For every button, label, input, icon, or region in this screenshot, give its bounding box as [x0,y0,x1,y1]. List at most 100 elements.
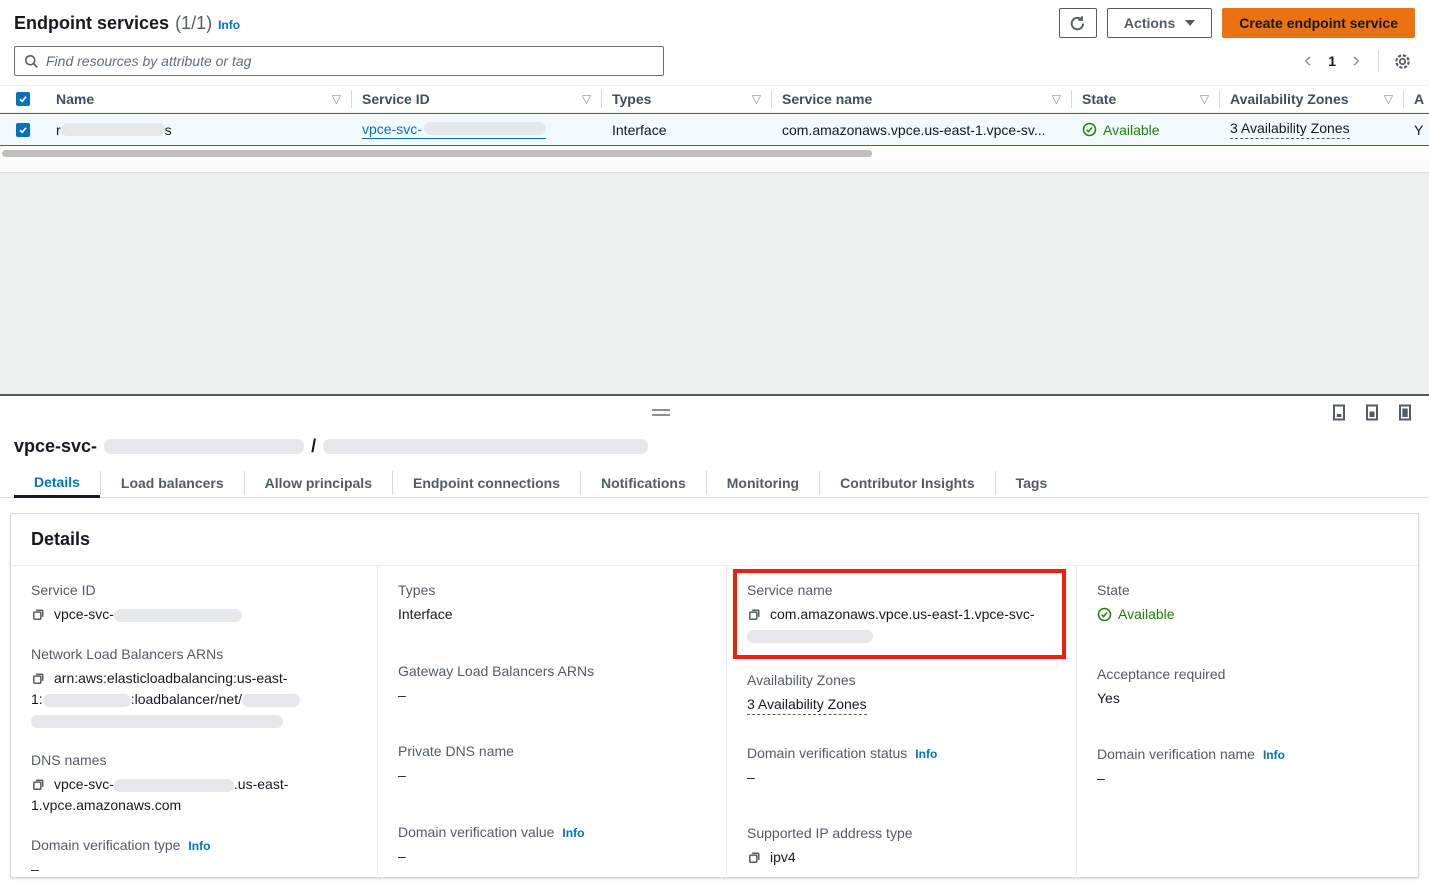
tab-contributor-insights[interactable]: Contributor Insights [820,468,995,498]
redacted-text [747,630,873,643]
column-header-availability-zones[interactable]: Availability Zones ▽ [1220,90,1404,108]
annotation-highlight-box: Service name com.amazonaws.vpce.us-east-… [733,569,1066,659]
tab-monitoring[interactable]: Monitoring [707,468,819,498]
redacted-text [242,694,300,707]
field-types: Types Interface [398,582,706,625]
availability-zones-popover-trigger[interactable]: 3 Availability Zones [1230,120,1350,139]
refresh-button[interactable] [1059,8,1097,38]
row-checkbox[interactable] [16,123,30,137]
redacted-text [323,439,648,454]
info-link[interactable]: Info [188,839,210,853]
column-header-acceptance[interactable]: A [1404,90,1429,108]
field-state: State Available [1097,582,1398,628]
field-supported-ip: Supported IP address type ipv4 [747,825,1056,868]
status-badge: Available [1097,604,1175,625]
search-input[interactable] [46,53,654,69]
info-link[interactable]: Info [915,747,937,761]
search-box[interactable] [14,46,664,76]
panel-full-icon [1397,404,1413,421]
split-panel-toolbar [0,396,1429,432]
row-service-name-cell: com.amazonaws.vpce.us-east-1.vpce-sv... [772,114,1072,145]
copy-icon[interactable] [31,671,46,686]
horizontal-scrollbar-track [0,146,1429,160]
redacted-text [104,439,304,454]
check-icon [18,125,28,135]
copy-icon[interactable] [31,607,46,622]
tab-load-balancers[interactable]: Load balancers [101,468,244,498]
row-acceptance-cell: Y [1404,114,1429,145]
table-row[interactable]: rs vpce-svc- Interface com.amazonaws.vpc… [0,113,1429,146]
tab-notifications[interactable]: Notifications [581,468,706,498]
column-header-service-id[interactable]: Service ID ▽ [352,90,602,108]
current-page-number[interactable]: 1 [1320,53,1344,69]
chevron-left-icon [1302,55,1314,67]
details-column-3: Service name com.amazonaws.vpce.us-east-… [726,566,1076,878]
field-nlb-arns: Network Load Balancers ARNs arn:aws:elas… [31,646,357,731]
column-header-types[interactable]: Types ▽ [602,90,772,108]
service-id-link[interactable]: vpce-svc- [362,121,546,139]
field-availability-zones: Availability Zones 3 Availability Zones [747,672,1056,715]
gear-icon [1393,52,1412,71]
sort-icon[interactable]: ▽ [1052,92,1061,106]
copy-icon[interactable] [31,777,46,792]
availability-zones-popover-trigger[interactable]: 3 Availability Zones [747,696,867,715]
field-service-id: Service ID vpce-svc- [31,582,357,625]
tab-endpoint-connections[interactable]: Endpoint connections [393,468,580,498]
select-all-cell [0,90,46,108]
redacted-text [114,779,234,792]
endpoint-services-page: Endpoint services (1/1) Info Actions Cre… [0,0,1429,886]
table-toolbar: 1 [0,38,1429,76]
row-types-cell: Interface [602,114,772,145]
table-preferences-button[interactable] [1389,48,1415,74]
column-header-state[interactable]: State ▽ [1072,90,1220,108]
sort-icon[interactable]: ▽ [1200,92,1209,106]
endpoint-services-table: Name ▽ Service ID ▽ Types ▽ Service name… [0,85,1429,173]
copy-icon[interactable] [747,607,762,622]
status-badge: Available [1082,122,1160,138]
tab-details[interactable]: Details [14,468,100,498]
create-endpoint-service-button[interactable]: Create endpoint service [1222,8,1415,38]
table-header-row: Name ▽ Service ID ▽ Types ▽ Service name… [0,86,1429,113]
select-all-checkbox[interactable] [16,92,30,106]
info-link[interactable]: Info [562,826,584,840]
details-card: Details Service ID vpce-svc- Network Loa… [10,513,1419,878]
sort-icon[interactable]: ▽ [752,92,761,106]
previous-page-button[interactable] [1296,49,1320,73]
sort-icon[interactable]: ▽ [582,92,591,106]
details-card-body: Service ID vpce-svc- Network Load Balanc… [11,566,1418,878]
info-link[interactable]: Info [1263,748,1285,762]
page-title-text: Endpoint services [14,13,169,34]
redacted-text [61,123,165,136]
column-header-service-name[interactable]: Service name ▽ [772,90,1072,108]
search-icon [24,54,39,69]
actions-button-label: Actions [1124,15,1175,31]
header-actions: Actions Create endpoint service [1059,8,1415,38]
pagination: 1 [1296,48,1415,74]
field-domain-verification-name: Domain verification name Info – [1097,746,1398,789]
row-availability-zones-cell: 3 Availability Zones [1220,114,1404,145]
details-column-4: State Available Acceptance required Yes [1076,566,1418,878]
column-header-name[interactable]: Name ▽ [46,90,352,108]
redacted-text [114,609,242,622]
panel-title: vpce-svc- / [0,432,1429,460]
row-state-cell: Available [1072,114,1220,145]
sort-icon[interactable]: ▽ [1384,92,1393,106]
actions-button[interactable]: Actions [1107,8,1212,38]
pager-divider [1378,50,1379,72]
field-service-name: Service name com.amazonaws.vpce.us-east-… [747,582,1054,646]
copy-icon[interactable] [747,850,762,865]
panel-size-full-button[interactable] [1397,404,1413,421]
horizontal-scrollbar[interactable] [2,150,872,157]
next-page-button[interactable] [1344,49,1368,73]
details-column-1: Service ID vpce-svc- Network Load Balanc… [11,566,377,878]
panel-resize-handle[interactable] [652,409,670,416]
sort-icon[interactable]: ▽ [332,92,341,106]
split-panel: vpce-svc- / Details Load balancers Allow… [0,394,1429,878]
field-dns-names: DNS names vpce-svc-.us-east- 1.vpce.amaz… [31,752,357,816]
title-info-link[interactable]: Info [218,18,240,32]
redacted-text [43,694,131,707]
tab-tags[interactable]: Tags [996,468,1068,498]
panel-size-small-button[interactable] [1331,404,1347,421]
panel-size-half-button[interactable] [1364,404,1380,421]
tab-allow-principals[interactable]: Allow principals [245,468,392,498]
